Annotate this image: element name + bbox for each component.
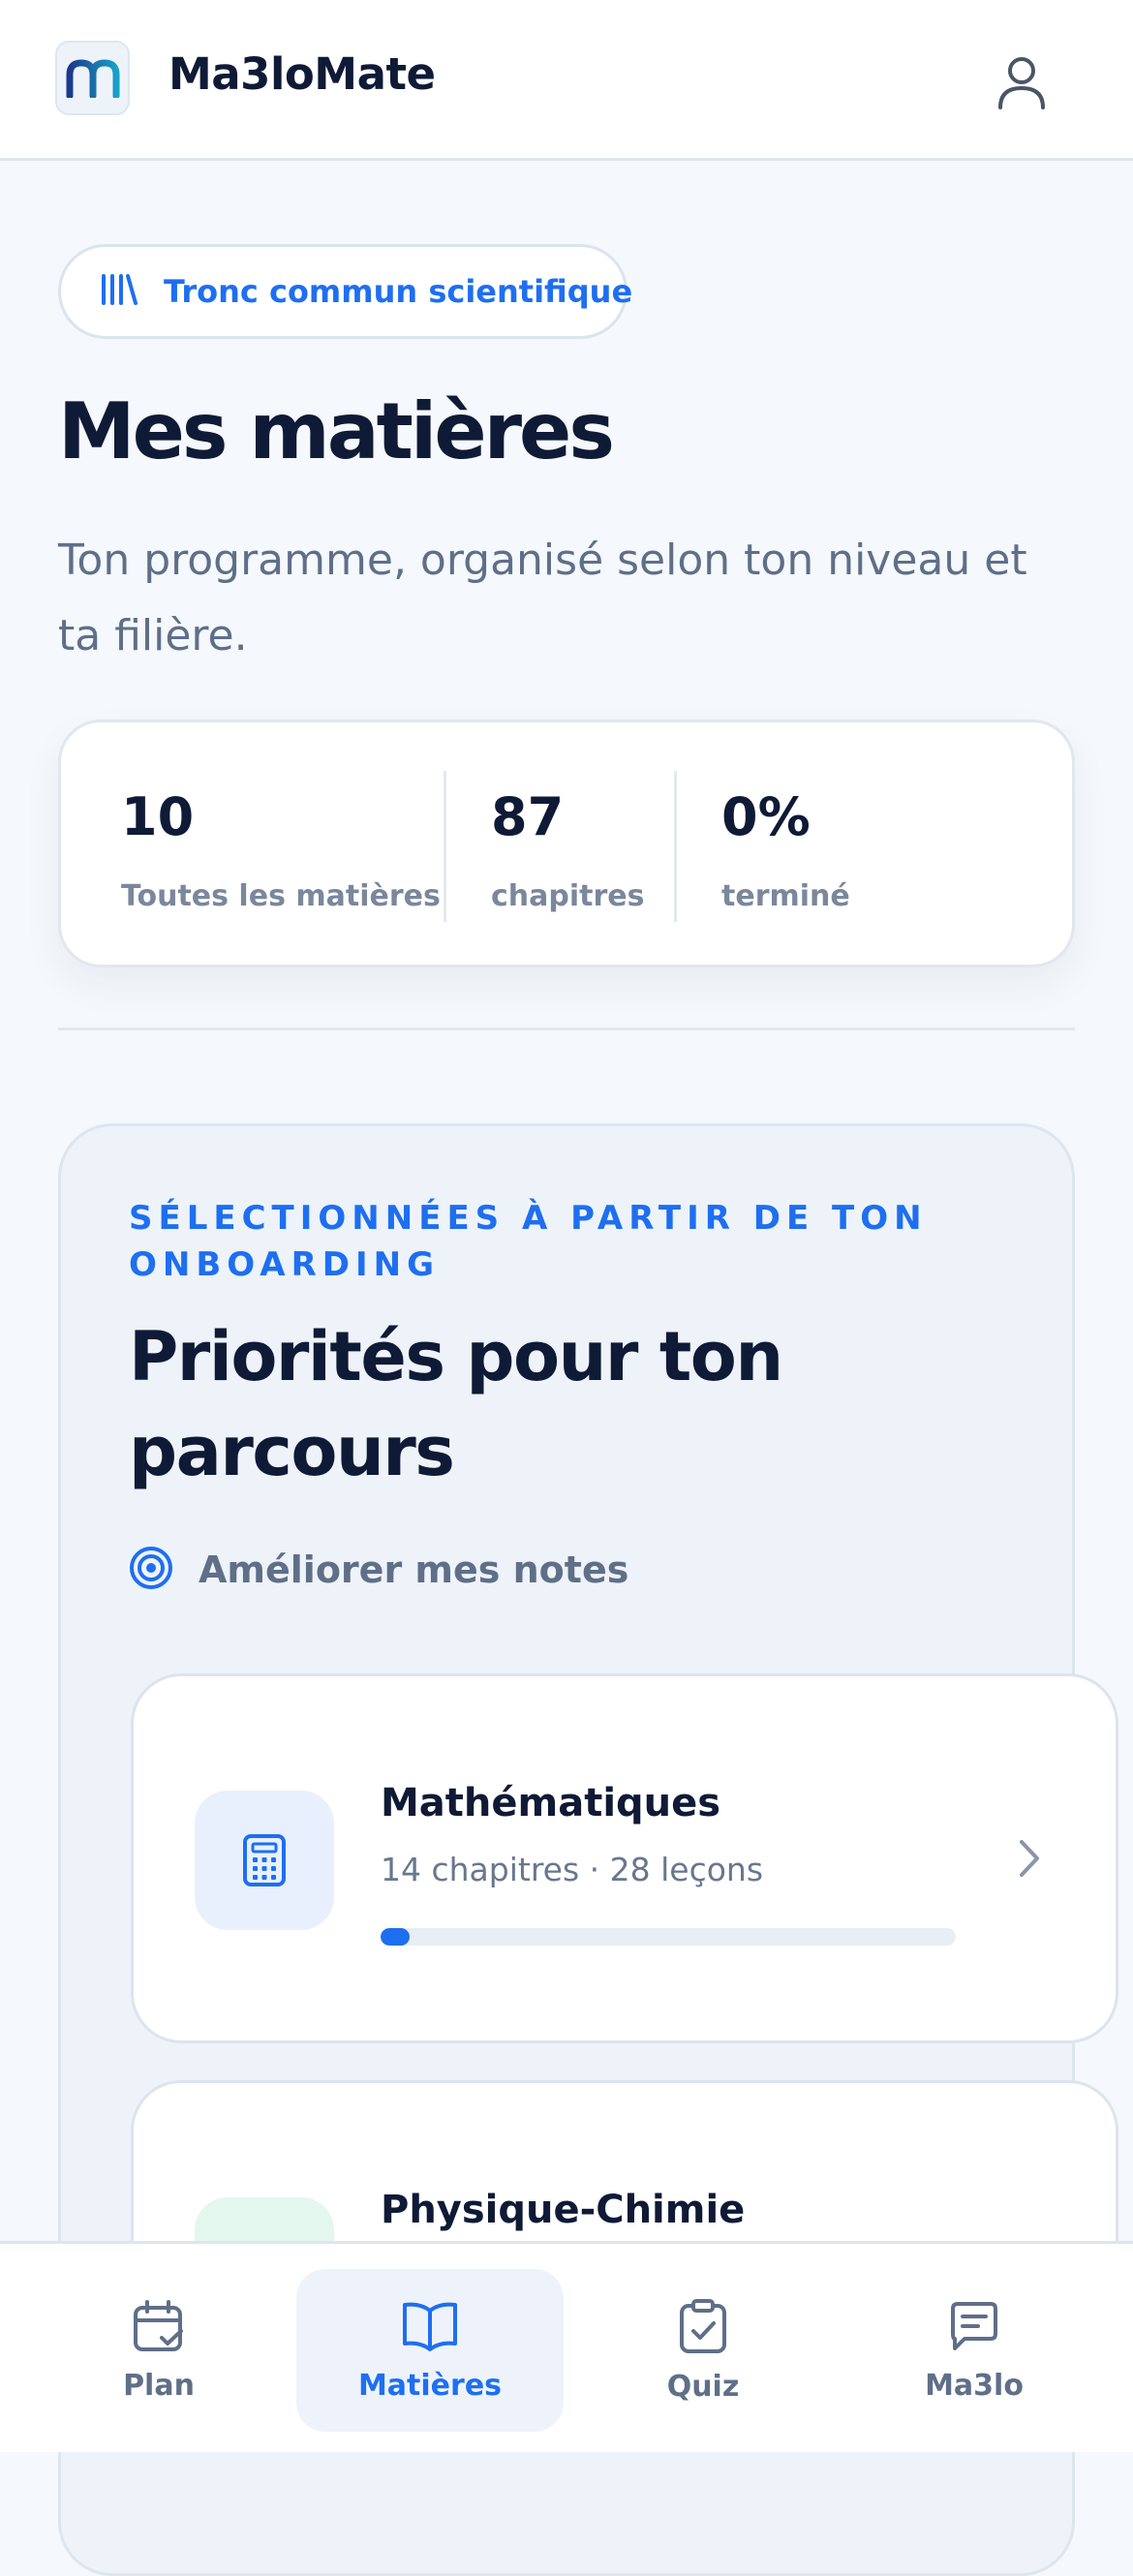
library-icon [100, 272, 138, 311]
app-header: Ma3loMate [0, 0, 1133, 161]
stat-value: 10 [121, 786, 195, 847]
bottom-nav: Plan Matières Quiz Ma3lo [0, 2241, 1133, 2452]
nav-label: Plan [123, 2368, 195, 2403]
page-subtitle: Ton programme, organisé selon ton niveau… [58, 536, 1027, 660]
stat-divider [674, 771, 677, 922]
nav-item-quiz[interactable]: Quiz [569, 2269, 837, 2432]
subject-progress-fill [381, 1928, 410, 1946]
stat-label: chapitres [491, 879, 645, 913]
track-pill[interactable]: Tronc commun scientifique [58, 244, 632, 339]
stats-card: 10 Toutes les matières 87 chapitres 0% t… [58, 720, 1075, 967]
stat-label: Toutes les matières [121, 879, 441, 913]
nav-label: Quiz [666, 2369, 740, 2404]
book-open-icon [401, 2299, 459, 2357]
section-divider [58, 1027, 1075, 1030]
priorities-title: Priorités pour ton parcours [129, 1317, 783, 1491]
stat-label: terminé [721, 879, 850, 913]
chevron-right-icon [1017, 1837, 1042, 1884]
nav-item-matieres[interactable]: Matières [296, 2269, 564, 2432]
priorities-eyebrow: Sélectionnées à partir de ton onboarding [129, 1199, 928, 1284]
clipboard-check-icon [678, 2298, 728, 2358]
brand-logo-icon[interactable] [55, 41, 130, 115]
stat-divider [444, 771, 446, 922]
user-icon[interactable] [988, 48, 1056, 116]
subject-card-mathematiques[interactable]: Mathématiques 14 chapitres · 28 leçons [131, 1673, 1118, 2043]
calendar-check-icon [132, 2299, 186, 2357]
chat-icon [947, 2299, 1001, 2357]
goal-row: Améliorer mes notes [129, 1546, 628, 1594]
subject-meta: 14 chapitres · 28 leçons [381, 1851, 764, 1888]
goal-label: Améliorer mes notes [199, 1549, 629, 1591]
nav-item-plan[interactable]: Plan [25, 2269, 292, 2432]
page-title: Mes matières [58, 386, 615, 476]
calculator-icon [195, 1791, 334, 1930]
track-label: Tronc commun scientifique [164, 273, 633, 310]
target-icon [129, 1546, 173, 1594]
nav-label: Matières [357, 2368, 503, 2403]
stat-value: 0% [721, 786, 811, 847]
subject-name: Physique-Chimie [381, 2188, 746, 2232]
subject-name: Mathématiques [381, 1781, 721, 1825]
nav-item-ma3lo[interactable]: Ma3lo [841, 2269, 1108, 2432]
nav-label: Ma3lo [925, 2368, 1024, 2403]
stat-value: 87 [491, 786, 565, 847]
app-name: Ma3loMate [168, 48, 436, 100]
subject-progress-bar [381, 1928, 956, 1946]
